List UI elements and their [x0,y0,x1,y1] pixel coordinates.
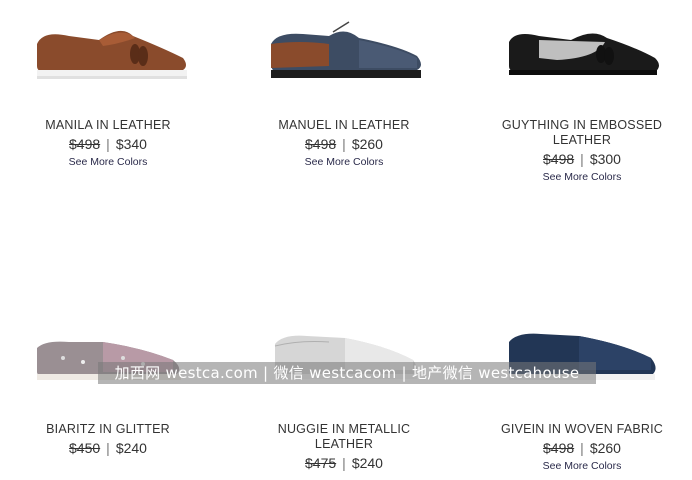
product-name[interactable]: GUYTHING IN EMBOSSED LEATHER [497,118,667,148]
product-price: $475 | $240 [244,454,444,472]
price-separator: | [342,455,346,471]
product-card[interactable]: MANUEL IN LEATHER $498 | $260 See More Col… [244,14,444,168]
product-card[interactable]: GUYTHING IN EMBOSSED LEATHER $498 | $300 S… [482,14,682,183]
product-card[interactable]: NUGGIE IN METALLIC LEATHER $475 | $240 [244,318,444,472]
product-name[interactable]: NUGGIE IN METALLIC LEATHER [259,422,429,452]
product-name[interactable]: MANILA IN LEATHER [23,118,193,133]
original-price: $498 [543,440,575,456]
price-separator: | [342,136,346,152]
original-price: $498 [543,151,575,167]
original-price: $498 [305,136,337,152]
sale-price: $340 [115,136,147,152]
original-price: $450 [69,440,101,456]
price-separator: | [580,151,584,167]
sale-price: $300 [589,151,621,167]
product-name[interactable]: GIVEIN IN WOVEN FABRIC [497,422,667,437]
denim-oxford-icon[interactable] [259,14,429,84]
product-card[interactable]: GIVEIN IN WOVEN FABRIC $498 | $260 See Mor… [482,318,682,472]
product-price: $498 | $300 [482,150,682,168]
product-name[interactable]: MANUEL IN LEATHER [259,118,429,133]
black-white-tassel-loafer-icon[interactable] [497,14,667,84]
price-separator: | [580,440,584,456]
watermark-banner: 加西网 westca.com | 微信 westcacom | 地产微信 wes… [98,362,596,384]
see-more-colors-link[interactable]: See More Colors [244,156,444,168]
sale-price: $240 [115,440,147,456]
product-price: $450 | $240 [8,439,208,457]
original-price: $498 [69,136,101,152]
price-separator: | [106,440,110,456]
product-card[interactable]: BIARITZ IN GLITTER $450 | $240 [8,318,208,457]
product-price: $498 | $260 [482,439,682,457]
product-price: $498 | $340 [8,135,208,153]
see-more-colors-link[interactable]: See More Colors [8,156,208,168]
product-grid: MANILA IN LEATHER $498 | $340 See More Col… [0,0,692,480]
see-more-colors-link[interactable]: See More Colors [482,460,682,472]
brown-tassel-loafer-icon[interactable] [23,14,193,84]
price-separator: | [106,136,110,152]
sale-price: $260 [589,440,621,456]
product-card[interactable]: MANILA IN LEATHER $498 | $340 See More Col… [8,14,208,168]
sale-price: $260 [351,136,383,152]
product-price: $498 | $260 [244,135,444,153]
sale-price: $240 [351,455,383,471]
product-name[interactable]: BIARITZ IN GLITTER [23,422,193,437]
see-more-colors-link[interactable]: See More Colors [482,171,682,183]
original-price: $475 [305,455,337,471]
